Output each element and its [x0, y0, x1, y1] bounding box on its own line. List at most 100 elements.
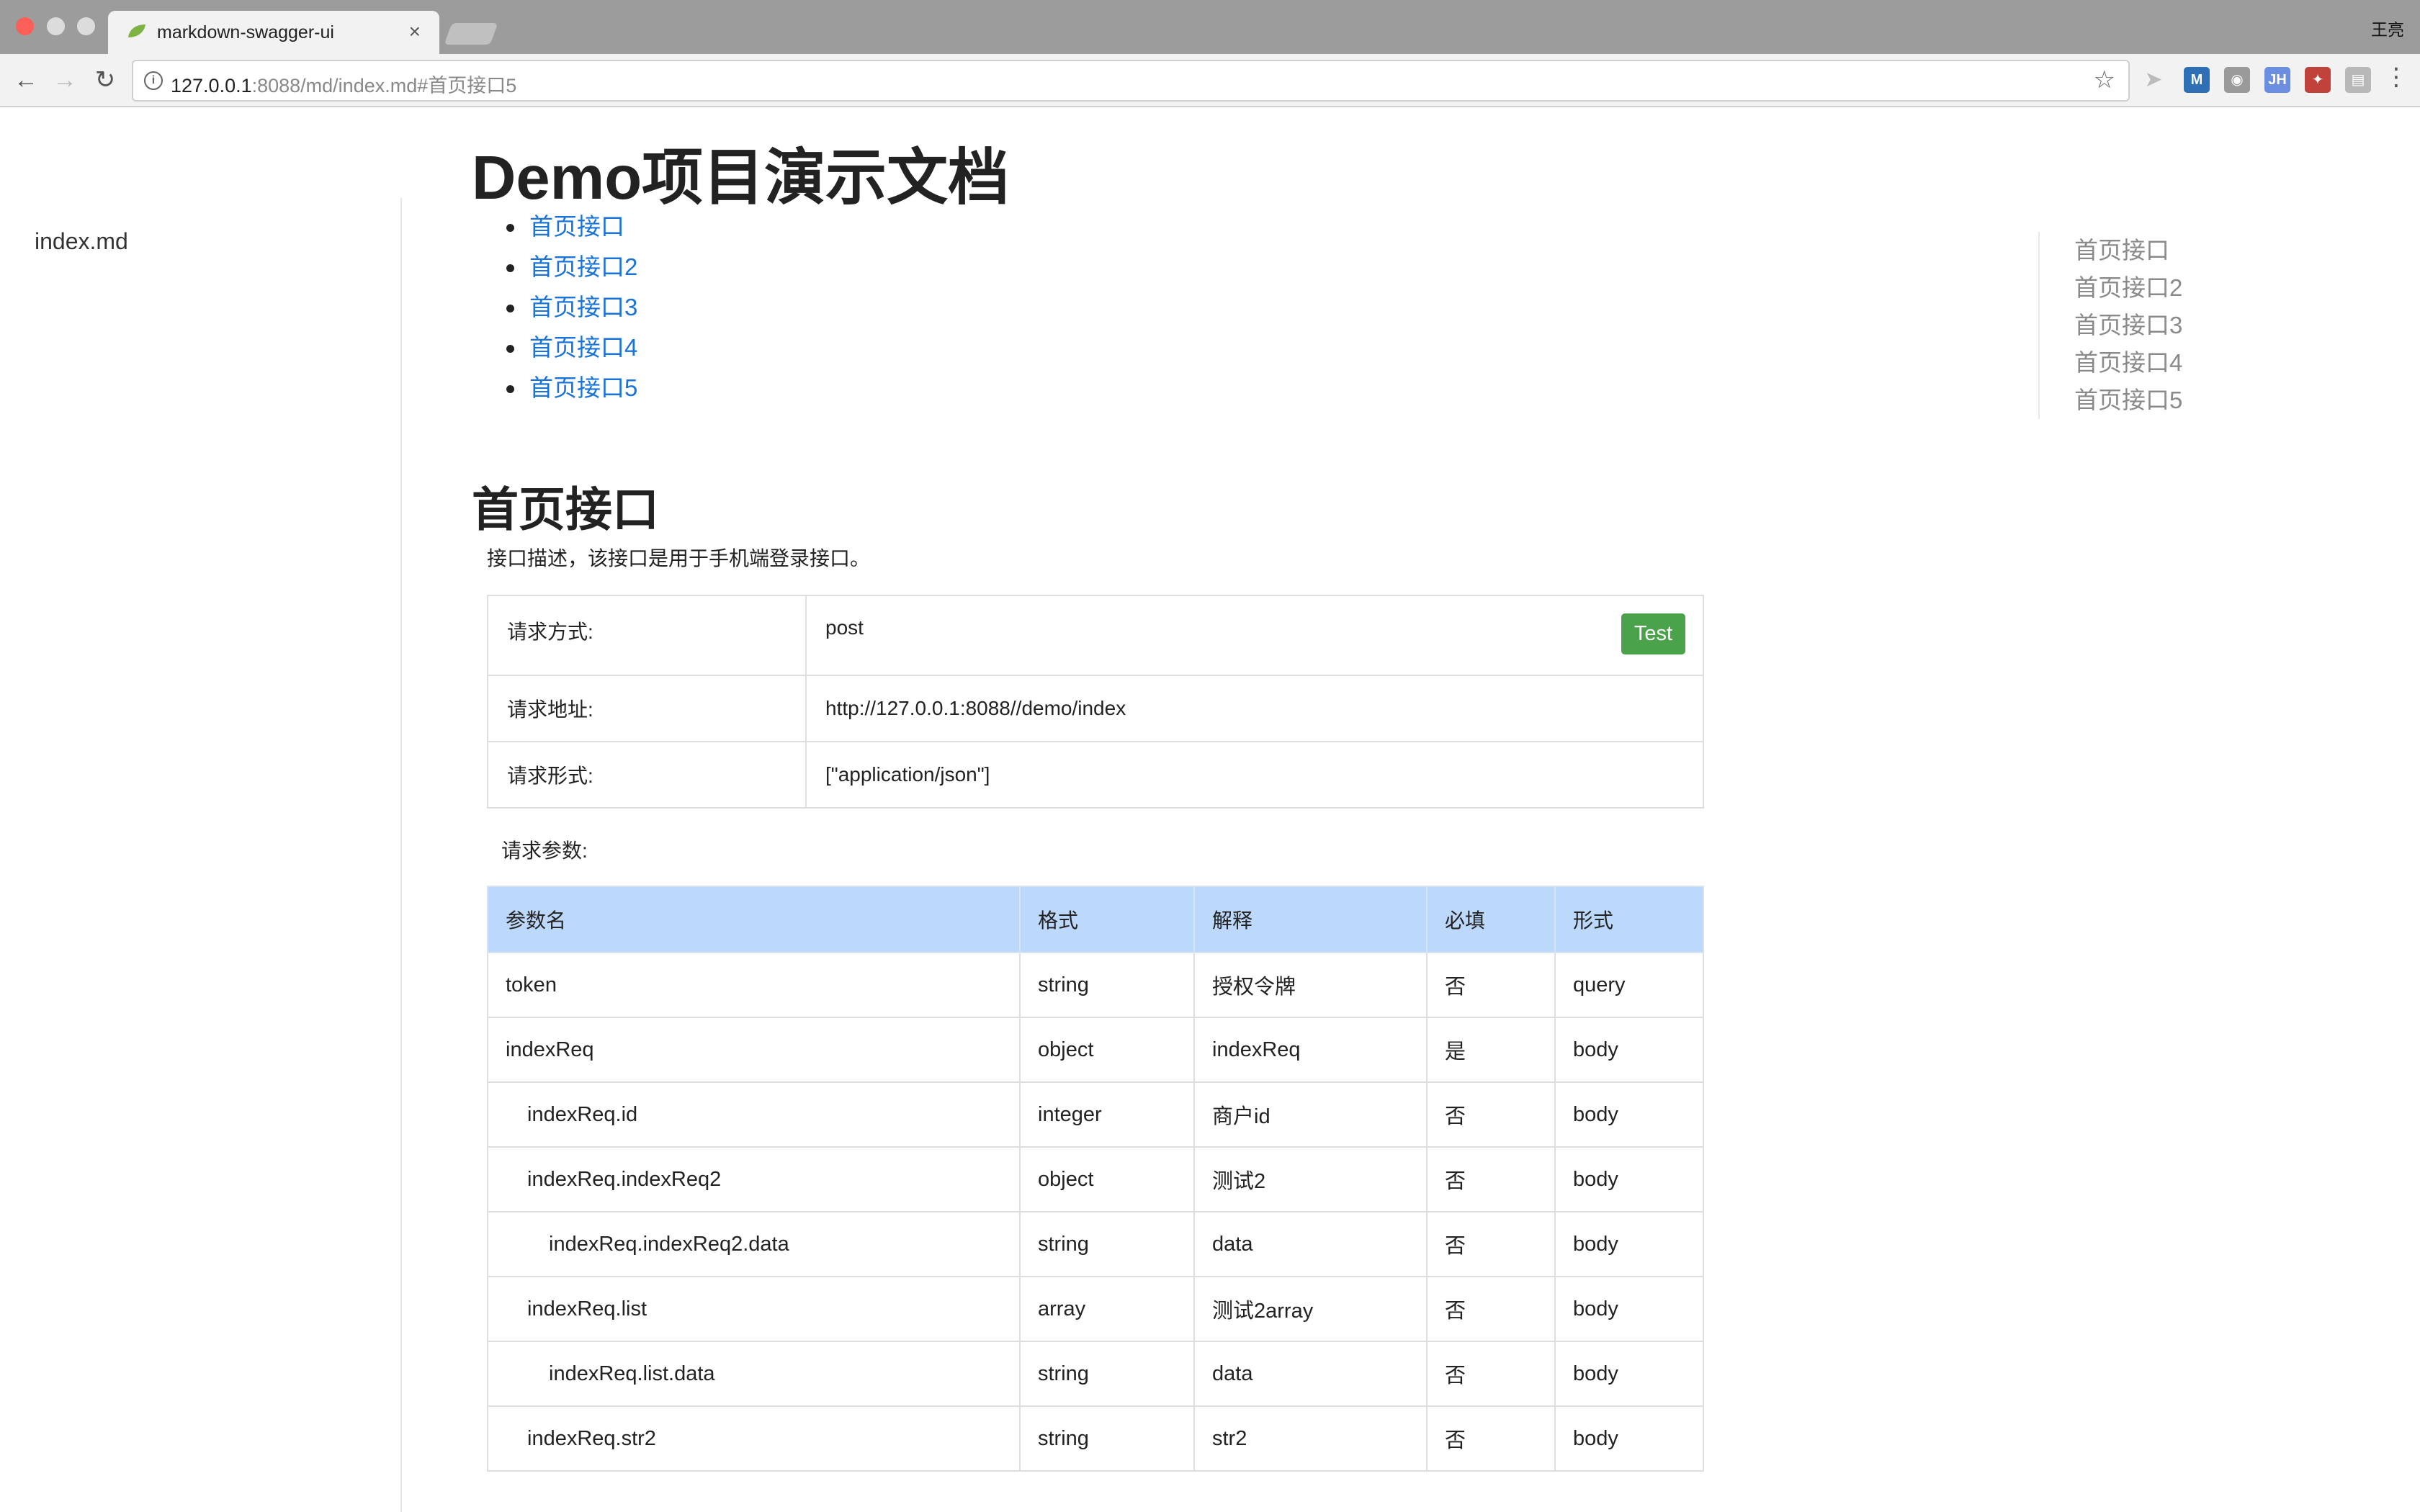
table-of-contents: 首页接口 首页接口2 首页接口3 首页接口4 首页接口5 [506, 209, 637, 410]
toc-link-4[interactable]: 首页接口4 [529, 334, 637, 361]
info-row-content-type: 请求形式: ["application/json"] [487, 741, 1704, 809]
url-text[interactable]: 127.0.0.1:8088/md/index.md#首页接口5 [171, 70, 516, 98]
jh-extension-icon[interactable]: JH [2264, 67, 2290, 93]
param-name: indexReq [487, 1017, 1021, 1083]
menu-dots-icon[interactable]: ⋮ [2384, 63, 2408, 91]
info-value-cell: post Test [805, 595, 1704, 676]
table-row: token string 授权令牌 否 query [487, 952, 1704, 1018]
forward-arrow-icon[interactable]: → [49, 64, 81, 96]
outline-item-5[interactable]: 首页接口5 [2074, 382, 2290, 419]
param-description: indexReq [1193, 1017, 1428, 1083]
header-required: 必填 [1426, 886, 1556, 953]
address-bar[interactable]: i 127.0.0.1:8088/md/index.md#首页接口5 ☆ [132, 60, 2130, 102]
toc-link-5[interactable]: 首页接口5 [529, 374, 637, 401]
tab-close-icon[interactable]: × [409, 20, 421, 43]
param-name-text: indexReq.indexReq2.data [549, 1232, 789, 1256]
header-param-name: 参数名 [487, 886, 1021, 953]
pdf-extension-icon[interactable]: ▤ [2345, 67, 2371, 93]
close-window-button[interactable] [16, 17, 34, 35]
param-name: indexReq.indexReq2 [487, 1146, 1021, 1212]
params-label: 请求参数: [501, 840, 588, 862]
param-required: 否 [1426, 1146, 1556, 1212]
table-row: indexReq.id integer 商户id 否 body [487, 1081, 1704, 1148]
header-location: 形式 [1554, 886, 1704, 953]
tab-title: markdown-swagger-ui [157, 22, 334, 42]
outline-item-2[interactable]: 首页接口2 [2074, 269, 2290, 307]
bookmark-star-icon[interactable]: ☆ [2094, 66, 2115, 94]
info-key: 请求地址: [487, 675, 807, 742]
toc-item: 首页接口3 [506, 289, 637, 330]
param-required: 否 [1426, 1081, 1556, 1148]
param-name: indexReq.indexReq2.data [487, 1211, 1021, 1277]
param-location: body [1554, 1211, 1704, 1277]
section-title: 首页接口 [472, 483, 660, 536]
request-url-value: http://127.0.0.1:8088//demo/index [805, 675, 1704, 742]
param-format: string [1019, 1211, 1195, 1277]
param-description: str2 [1193, 1405, 1428, 1472]
url-host: 127.0.0.1 [171, 75, 252, 96]
param-description: 商户id [1193, 1081, 1428, 1148]
param-name-text: indexReq.list [527, 1297, 647, 1320]
param-location: body [1554, 1017, 1704, 1083]
param-required: 否 [1426, 952, 1556, 1018]
param-required: 否 [1426, 1211, 1556, 1277]
param-description: 测试2 [1193, 1146, 1428, 1212]
param-required: 否 [1426, 1276, 1556, 1342]
profile-name[interactable]: 王亮 [2371, 16, 2404, 40]
reload-icon[interactable]: ↻ [89, 64, 121, 96]
file-sidebar: index.md [0, 198, 402, 1512]
info-key: 请求方式: [487, 595, 807, 676]
request-info-table: 请求方式: post Test 请求地址: http://127.0.0.1:8… [487, 595, 1704, 809]
table-row: indexReq.list.data string data 否 body [487, 1341, 1704, 1407]
outline-item-1[interactable]: 首页接口 [2074, 232, 2290, 269]
param-name-text: indexReq.list.data [549, 1362, 715, 1385]
toc-item: 首页接口2 [506, 249, 637, 289]
param-required: 否 [1426, 1341, 1556, 1407]
cursor-extension-icon[interactable]: ➤ [2138, 64, 2169, 96]
table-row: indexReq.str2 string str2 否 body [487, 1405, 1704, 1472]
toc-link-1[interactable]: 首页接口 [529, 213, 624, 240]
content-type-value: ["application/json"] [805, 741, 1704, 809]
info-key: 请求形式: [487, 741, 807, 809]
params-table: 参数名 格式 解释 必填 形式 token string 授权令牌 否 quer… [487, 886, 1704, 1472]
browser-tab[interactable]: markdown-swagger-ui × [108, 11, 439, 54]
puzzle-extension-icon[interactable]: ✦ [2305, 67, 2331, 93]
toc-item: 首页接口4 [506, 330, 637, 370]
toc-link-3[interactable]: 首页接口3 [529, 294, 637, 320]
eye-extension-icon[interactable]: ◉ [2224, 67, 2250, 93]
back-arrow-icon[interactable]: ← [10, 64, 42, 96]
param-format: object [1019, 1017, 1195, 1083]
test-button[interactable]: Test [1621, 613, 1685, 654]
maximize-window-button[interactable] [77, 17, 95, 35]
param-format: string [1019, 1341, 1195, 1407]
param-location: body [1554, 1276, 1704, 1342]
param-format: string [1019, 1405, 1195, 1472]
param-format: array [1019, 1276, 1195, 1342]
info-icon[interactable]: i [144, 71, 163, 90]
param-description: 授权令牌 [1193, 952, 1428, 1018]
browser-titlebar: markdown-swagger-ui × 王亮 [0, 0, 2420, 54]
m-extension-icon[interactable]: M [2184, 67, 2210, 93]
param-description: data [1193, 1341, 1428, 1407]
header-format: 格式 [1019, 886, 1195, 953]
param-location: body [1554, 1081, 1704, 1148]
outline-item-4[interactable]: 首页接口4 [2074, 344, 2290, 382]
param-location: body [1554, 1405, 1704, 1472]
sidebar-item-index-md[interactable]: index.md [35, 228, 128, 255]
param-description: 测试2array [1193, 1276, 1428, 1342]
param-required: 是 [1426, 1017, 1556, 1083]
url-path: :8088/md/index.md#首页接口5 [251, 75, 517, 96]
minimize-window-button[interactable] [47, 17, 65, 35]
outline-item-3[interactable]: 首页接口3 [2074, 307, 2290, 344]
table-row: indexReq object indexReq 是 body [487, 1017, 1704, 1083]
table-row: indexReq.list array 测试2array 否 body [487, 1276, 1704, 1342]
param-format: object [1019, 1146, 1195, 1212]
param-format: string [1019, 952, 1195, 1018]
new-tab-button[interactable] [444, 23, 498, 45]
param-location: body [1554, 1341, 1704, 1407]
browser-toolbar: ← → ↻ i 127.0.0.1:8088/md/index.md#首页接口5… [0, 54, 2420, 107]
params-header-row: 参数名 格式 解释 必填 形式 [487, 886, 1704, 953]
toc-link-2[interactable]: 首页接口2 [529, 253, 637, 280]
param-name-text: indexReq.str2 [527, 1426, 656, 1450]
header-description: 解释 [1193, 886, 1428, 953]
